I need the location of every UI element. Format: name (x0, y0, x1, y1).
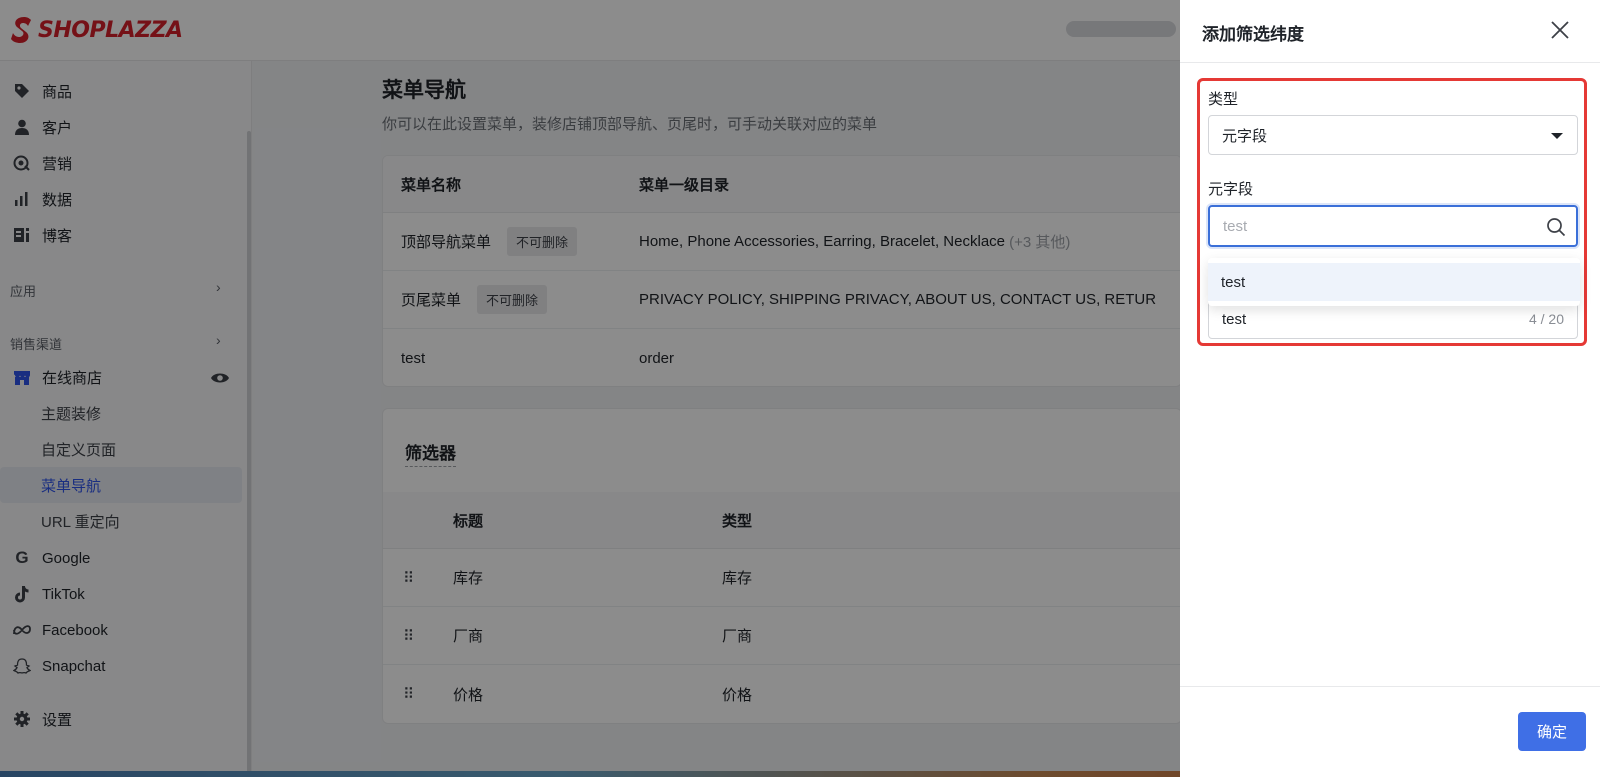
filter-title-value: test (1222, 310, 1247, 328)
type-select[interactable]: 元字段 (1208, 115, 1578, 155)
metafield-dropdown: test (1208, 258, 1580, 306)
drawer-header: 添加筛选纬度 (1180, 0, 1600, 63)
drawer-footer: 确定 (1180, 686, 1600, 777)
close-icon[interactable] (1548, 18, 1572, 42)
metafield-field-label: 元字段 (1208, 181, 1254, 198)
metafield-search-input[interactable]: test (1208, 205, 1578, 247)
caret-down-icon (1551, 133, 1563, 139)
type-select-value: 元字段 (1222, 127, 1268, 145)
add-filter-drawer: 添加筛选纬度 类型 元字段 元字段 test test 4 / 20 test … (1180, 0, 1600, 777)
drawer-title: 添加筛选纬度 (1202, 25, 1304, 44)
search-input-placeholder: test (1223, 217, 1248, 235)
confirm-button[interactable]: 确定 (1518, 712, 1586, 751)
search-icon[interactable] (1546, 217, 1566, 237)
type-field-label: 类型 (1208, 91, 1239, 108)
dropdown-option[interactable]: test (1208, 263, 1580, 301)
char-counter: 4 / 20 (1528, 311, 1564, 327)
